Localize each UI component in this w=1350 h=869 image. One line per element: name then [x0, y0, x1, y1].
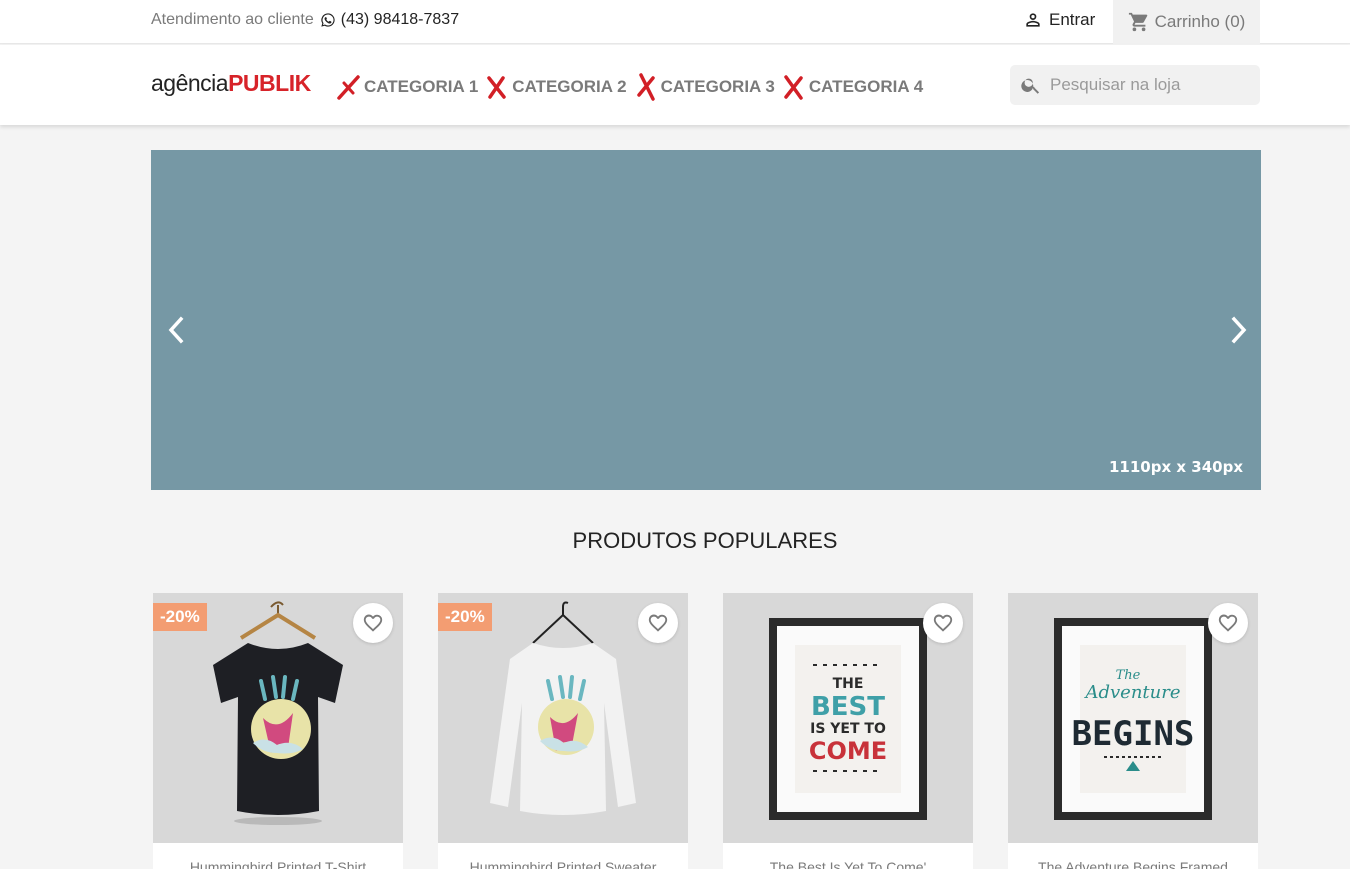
red-x-icon — [636, 73, 655, 101]
menu-item-label: CATEGORIA 1 — [364, 77, 479, 96]
main-menu: CATEGORIA 1 CATEGORIA 2 CATEGORIA 3 CATE… — [336, 72, 929, 102]
user-icon — [1026, 13, 1040, 27]
menu-item-label: CATEGORIA 2 — [512, 77, 627, 96]
cart-button[interactable]: Carrinho (0) — [1113, 0, 1260, 44]
product-name[interactable]: Hummingbird Printed T-Shirt — [153, 859, 403, 869]
hero-slider: 1110px x 340px — [151, 150, 1261, 490]
svg-text:The: The — [1116, 668, 1141, 683]
product-name[interactable]: The Adventure Begins Framed — [1008, 859, 1258, 869]
wishlist-button[interactable] — [923, 603, 963, 643]
main-header: agênciaPUBLIK CATEGORIA 1 CATEGORIA 2 CA… — [0, 45, 1350, 125]
menu-item-label: CATEGORIA 4 — [808, 77, 924, 96]
product-name[interactable]: The Best Is Yet To Come' — [723, 859, 973, 869]
menu-item-categoria-3[interactable]: CATEGORIA 3 — [633, 72, 775, 102]
product-image[interactable]: BEST THE IS YET TO COME — [723, 593, 973, 843]
logo[interactable]: agênciaPUBLIK — [151, 70, 311, 97]
product-image[interactable]: -20% — [438, 593, 688, 843]
signin-label: Entrar — [1049, 10, 1096, 29]
svg-text:Adventure: Adventure — [1083, 682, 1180, 703]
wishlist-button[interactable] — [1208, 603, 1248, 643]
product-card[interactable]: BEST THE IS YET TO COME The Best Is Yet … — [723, 593, 973, 869]
product-image[interactable]: -20% — [153, 593, 403, 843]
product-card[interactable]: Adventure The BEGINS The Adventure Begin… — [1008, 593, 1258, 869]
discount-badge: -20% — [153, 603, 207, 631]
chevron-left-icon[interactable] — [164, 315, 188, 345]
menu-item-categoria-1[interactable]: CATEGORIA 1 — [336, 72, 478, 102]
signin-link[interactable]: Entrar — [1023, 10, 1095, 30]
whatsapp-icon — [321, 13, 335, 27]
search-box — [1010, 65, 1260, 105]
logo-text-publik: PUBLIK — [228, 70, 311, 96]
heart-icon — [933, 614, 953, 632]
wishlist-button[interactable] — [353, 603, 393, 643]
product-card[interactable]: -20% Hummingbird Printed Sweater — [438, 593, 688, 869]
svg-text:BEGINS: BEGINS — [1072, 714, 1195, 754]
heart-icon — [648, 614, 668, 632]
cart-icon — [1128, 12, 1147, 32]
discount-badge: -20% — [438, 603, 492, 631]
wishlist-button[interactable] — [638, 603, 678, 643]
red-x-icon — [487, 76, 507, 99]
svg-text:COME: COME — [809, 737, 887, 765]
chevron-right-icon[interactable] — [1227, 315, 1251, 345]
search-input[interactable] — [1050, 75, 1240, 95]
logo-text-agencia: agência — [151, 70, 229, 96]
heart-icon — [1218, 614, 1238, 632]
phone-number[interactable]: (43) 98418-7837 — [341, 11, 459, 29]
contact-label: Atendimento ao cliente — [151, 11, 314, 28]
slide-dimension-label: 1110px x 340px — [1108, 458, 1243, 476]
search-icon[interactable] — [1020, 74, 1042, 96]
red-x-icon — [784, 75, 803, 100]
svg-text:IS YET TO: IS YET TO — [810, 721, 886, 737]
menu-item-categoria-2[interactable]: CATEGORIA 2 — [484, 72, 627, 102]
menu-item-categoria-4[interactable]: CATEGORIA 4 — [781, 72, 923, 102]
product-image[interactable]: Adventure The BEGINS — [1008, 593, 1258, 843]
red-x-icon — [337, 75, 360, 100]
product-card[interactable]: -20% Hummingbird Printed T-Shirt — [153, 593, 403, 869]
cart-label: Carrinho (0) — [1154, 12, 1246, 31]
section-title: PRODUTOS POPULARES — [572, 528, 838, 553]
product-name[interactable]: Hummingbird Printed Sweater — [438, 859, 688, 869]
svg-text:BEST: BEST — [811, 692, 885, 722]
heart-icon — [363, 614, 383, 632]
menu-item-label: CATEGORIA 3 — [660, 77, 775, 96]
customer-service: Atendimento ao cliente (43) 98418-7837 — [151, 11, 459, 29]
top-bar: Atendimento ao cliente (43) 98418-7837 E… — [0, 0, 1350, 44]
svg-text:THE: THE — [833, 676, 864, 692]
